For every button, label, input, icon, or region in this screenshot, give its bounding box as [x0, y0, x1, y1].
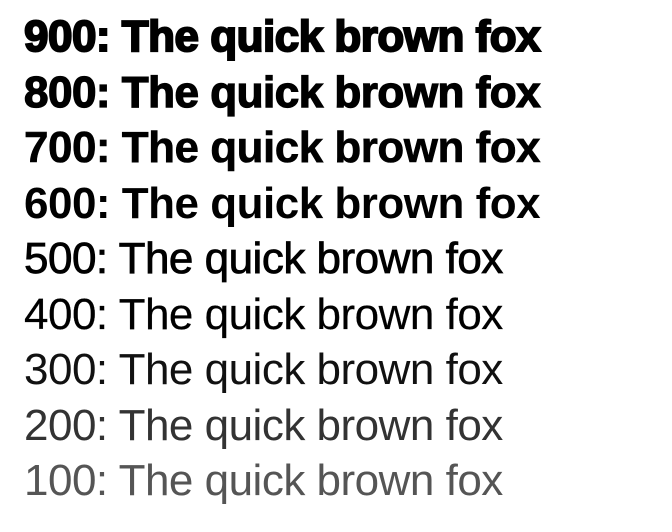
sample-line-900: 900: The quick brown fox	[23, 11, 542, 62]
sample-line-200: 200: The quick brown fox	[24, 400, 503, 450]
sample-line-100: 100: The quick brown fox	[24, 456, 503, 505]
sample-line-700: 700: The quick brown fox	[24, 123, 541, 173]
font-weight-sample-list: 900: The quick brown fox 800: The quick …	[23, 9, 542, 509]
sample-line-600: 600: The quick brown fox	[24, 178, 541, 228]
sample-line-400: 400: The quick brown fox	[24, 289, 504, 339]
sample-line-800: 800: The quick brown fox	[23, 67, 541, 117]
sample-line-500: 500: The quick brown fox	[24, 234, 504, 284]
sample-line-300: 300: The quick brown fox	[24, 345, 503, 394]
